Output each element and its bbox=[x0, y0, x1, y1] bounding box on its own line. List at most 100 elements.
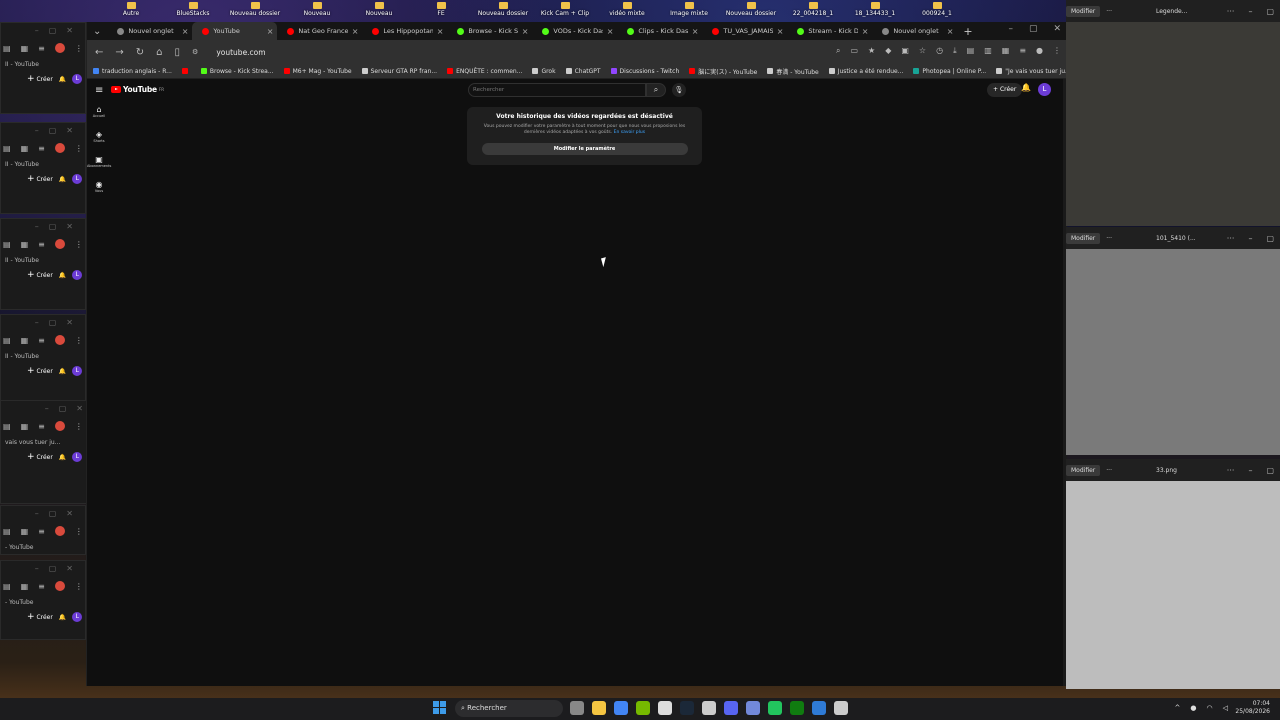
maximize-icon[interactable]: ▢ bbox=[49, 318, 57, 327]
more-icon[interactable]: ··· bbox=[1106, 8, 1112, 15]
desktop-icon[interactable]: 22_004218_1 bbox=[782, 0, 844, 22]
maximize-icon[interactable]: ▢ bbox=[49, 26, 57, 35]
media-icon[interactable]: ≡ bbox=[38, 144, 45, 153]
more-icon[interactable]: ··· bbox=[1227, 7, 1235, 16]
menu-icon[interactable]: ⋮ bbox=[75, 44, 83, 53]
site-info-icon[interactable]: ⚙ bbox=[192, 48, 198, 56]
browser-tab[interactable]: Nouvel onglet × bbox=[872, 22, 957, 40]
taskbar-search[interactable]: ⌕ Rechercher bbox=[455, 700, 563, 717]
menu-icon[interactable]: ⋮ bbox=[75, 422, 83, 431]
profile-icon[interactable] bbox=[54, 526, 65, 536]
minimize-icon[interactable]: – bbox=[35, 126, 39, 135]
maximize-icon[interactable]: ▢ bbox=[1266, 234, 1274, 243]
bookmark-item[interactable]: "Je vais vous tuer ju... bbox=[996, 68, 1071, 75]
bookmark-item[interactable]: Browse - Kick Strea... bbox=[200, 68, 274, 75]
desktop-icon[interactable]: vidéo mixte bbox=[596, 0, 658, 22]
bookmark-item[interactable]: Photopea | Online P... bbox=[913, 68, 986, 75]
tab-close-icon[interactable]: × bbox=[777, 27, 784, 36]
sidebar-icon[interactable]: ▯ bbox=[175, 47, 181, 58]
close-icon[interactable]: ✕ bbox=[76, 404, 83, 413]
minimize-icon[interactable]: – bbox=[35, 26, 39, 35]
browser-tab[interactable]: Clips - Kick Dashb× bbox=[617, 22, 702, 40]
notifications-bell-icon[interactable]: 🔔 bbox=[59, 176, 66, 183]
youtube-logo[interactable]: YouTube FR bbox=[111, 85, 164, 94]
close-icon[interactable]: ✕ bbox=[1053, 24, 1061, 34]
translate-icon[interactable]: ▤ bbox=[3, 144, 11, 153]
browser-tab[interactable]: Nat Geo France - × bbox=[277, 22, 362, 40]
more-icon[interactable]: ··· bbox=[1227, 466, 1235, 475]
image-viewer-window[interactable]: Modifier ··· 101_5410 (... ··· – ▢ bbox=[1066, 227, 1280, 455]
more-icon[interactable]: ··· bbox=[1227, 234, 1235, 243]
minimize-icon[interactable]: – bbox=[45, 404, 49, 413]
bookmark-item[interactable]: Justice a été rendue... bbox=[828, 68, 903, 75]
left-browser-window[interactable]: – ▢ ✕ ▤ ▦ ≡ ⋮ II - YouTube + Créer 🔔 L bbox=[0, 22, 86, 114]
media-icon[interactable]: ≡ bbox=[38, 527, 45, 536]
home-icon[interactable]: ⌂ bbox=[156, 47, 162, 58]
left-browser-window[interactable]: – ▢ ✕ ▤ ▦ ≡ ⋮ II - YouTube + Créer 🔔 L bbox=[0, 314, 86, 406]
steam-icon[interactable] bbox=[680, 701, 694, 715]
bookmark-item[interactable]: Serveur GTA RP fran... bbox=[361, 68, 437, 75]
lock-icon[interactable]: ▤ bbox=[967, 46, 975, 56]
extension-icon[interactable]: ◆ bbox=[885, 46, 891, 56]
browser-tab[interactable]: Browse - Kick Strea× bbox=[447, 22, 532, 40]
avatar[interactable]: L bbox=[72, 366, 83, 376]
profile-icon[interactable] bbox=[54, 239, 65, 249]
bookmark-item[interactable]: Discussions - Twitch bbox=[610, 68, 679, 75]
tab-close-icon[interactable]: × bbox=[182, 27, 189, 36]
browser-tab[interactable]: VODs - Kick Dashb× bbox=[532, 22, 617, 40]
tab-close-icon[interactable]: × bbox=[947, 27, 954, 36]
bookmark-item[interactable] bbox=[181, 68, 191, 74]
collections-icon[interactable]: ▦ bbox=[1002, 46, 1010, 56]
media-icon[interactable]: ≡ bbox=[38, 582, 45, 591]
minimize-icon[interactable]: – bbox=[35, 509, 39, 518]
profile-icon[interactable] bbox=[54, 43, 65, 53]
translate-icon[interactable]: ▤ bbox=[3, 422, 11, 431]
media-icon[interactable]: ≡ bbox=[38, 44, 45, 53]
minimize-icon[interactable]: – bbox=[1248, 234, 1252, 243]
bookmark-item[interactable]: Grok bbox=[532, 68, 556, 75]
create-button[interactable]: + Créer bbox=[27, 452, 53, 462]
tab-close-icon[interactable]: × bbox=[862, 27, 869, 36]
bookmark-item[interactable]: ENQUÊTE : commen... bbox=[447, 68, 522, 75]
more-icon[interactable]: ··· bbox=[1106, 235, 1112, 242]
nvidia-icon[interactable] bbox=[636, 701, 650, 715]
task-view-icon[interactable] bbox=[570, 701, 584, 715]
translate-icon[interactable]: ▤ bbox=[3, 527, 11, 536]
menu-icon[interactable]: ⋮ bbox=[75, 240, 83, 249]
translate-icon[interactable]: ▤ bbox=[3, 582, 11, 591]
maximize-icon[interactable]: ▢ bbox=[49, 126, 57, 135]
create-button[interactable]: + Créer bbox=[27, 612, 53, 622]
notifications-bell-icon[interactable]: 🔔 bbox=[1021, 83, 1031, 92]
volume-icon[interactable]: ◁ bbox=[1223, 704, 1228, 712]
minimize-icon[interactable]: – bbox=[1248, 7, 1252, 16]
image-viewer-window[interactable]: Modifier ··· Legende... ··· – ▢ bbox=[1066, 0, 1280, 226]
tab-close-icon[interactable]: × bbox=[607, 27, 614, 36]
desktop-icon[interactable]: Nouveau dossier bbox=[720, 0, 782, 22]
media-icon[interactable]: ≡ bbox=[1019, 46, 1026, 56]
browser-tab[interactable]: Nouvel onglet × bbox=[107, 22, 192, 40]
desktop-icon[interactable]: Kick Cam + Clip bbox=[534, 0, 596, 22]
grid-icon[interactable]: ▦ bbox=[21, 527, 29, 536]
maximize-icon[interactable]: ▢ bbox=[1266, 7, 1274, 16]
tab-close-icon[interactable]: × bbox=[437, 27, 444, 36]
minimize-icon[interactable]: – bbox=[1248, 466, 1252, 475]
tab-search-icon[interactable]: ⌄ bbox=[87, 26, 107, 37]
translate-icon[interactable]: ▤ bbox=[3, 44, 11, 53]
avatar[interactable]: L bbox=[72, 270, 83, 280]
modify-button[interactable]: Modifier bbox=[1066, 232, 1101, 244]
zoom-icon[interactable]: ⌕ bbox=[836, 46, 840, 56]
desktop-icon[interactable]: BlueStacks bbox=[162, 0, 224, 22]
desktop-icon[interactable]: Nouveau bbox=[348, 0, 410, 22]
grid-icon[interactable]: ▦ bbox=[21, 336, 29, 345]
desktop-icon[interactable]: Nouveau dossier bbox=[224, 0, 286, 22]
tab-close-icon[interactable]: × bbox=[692, 27, 699, 36]
notifications-bell-icon[interactable]: 🔔 bbox=[59, 454, 66, 461]
notepad-icon[interactable] bbox=[658, 701, 672, 715]
maximize-icon[interactable]: ▢ bbox=[59, 404, 67, 413]
wifi-icon[interactable]: ◠ bbox=[1207, 704, 1213, 712]
new-tab-button[interactable]: + bbox=[957, 25, 978, 38]
desktop-icon[interactable]: Nouveau dossier bbox=[472, 0, 534, 22]
notifications-bell-icon[interactable]: 🔔 bbox=[59, 272, 66, 279]
trash-icon[interactable]: ▥ bbox=[984, 46, 992, 56]
translate-icon[interactable]: ▤ bbox=[3, 336, 11, 345]
